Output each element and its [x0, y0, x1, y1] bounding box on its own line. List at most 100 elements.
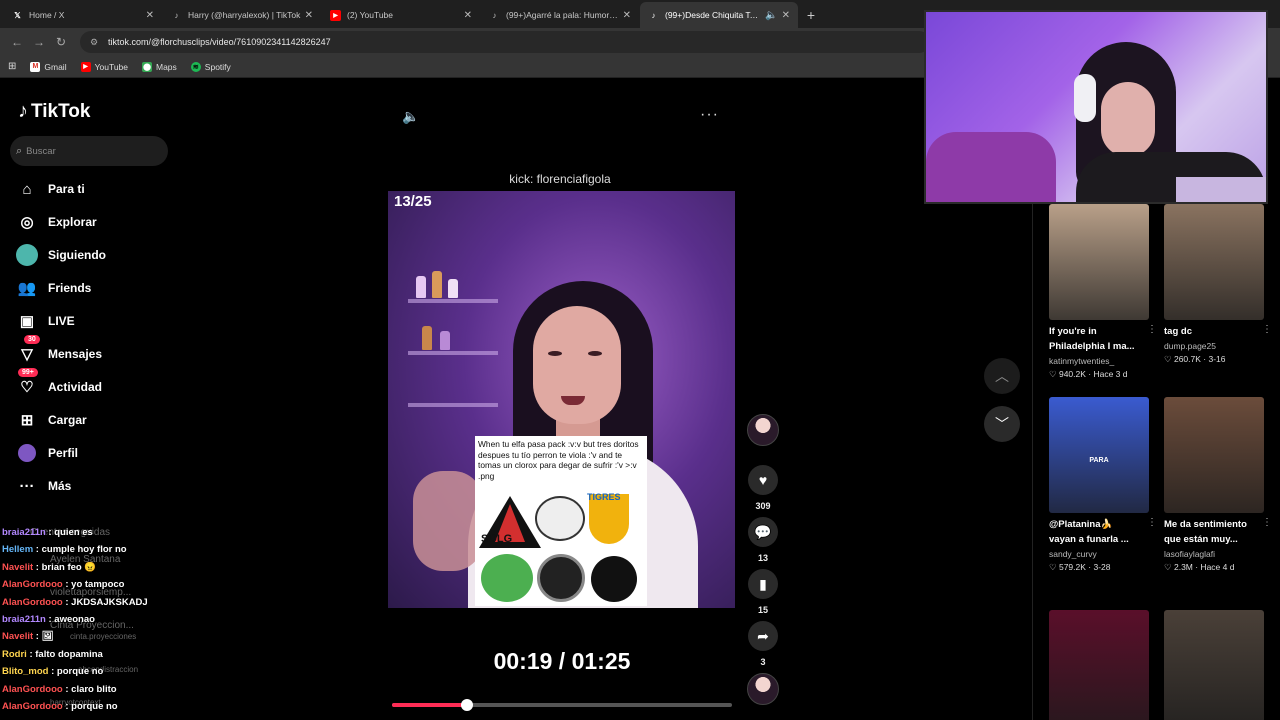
- tab-youtube[interactable]: ▶ (2) YouTube ✕: [322, 2, 480, 28]
- video-thumbnail[interactable]: [1049, 204, 1149, 320]
- compass-icon: ◎: [20, 214, 34, 231]
- sidebar-item-friends[interactable]: 👥 Friends: [16, 277, 92, 299]
- sidebar-item-explorar[interactable]: ◎ Explorar: [16, 211, 96, 233]
- next-video-button[interactable]: ﹀: [984, 406, 1020, 442]
- chat-separator: :: [62, 579, 72, 591]
- bookmark-maps[interactable]: ⬤ Maps: [142, 61, 177, 72]
- kebab-menu-icon[interactable]: ⋮: [1147, 517, 1157, 528]
- video-title: Me da sentimiento: [1164, 519, 1247, 530]
- chat-username: braia211n: [2, 527, 46, 538]
- chat-username: Blito_mod: [2, 666, 49, 678]
- bookmark-spotify[interactable]: ≋ Spotify: [190, 61, 231, 72]
- recommended-video[interactable]: Me da sentimiento que están muy... lasofia…: [1164, 397, 1272, 573]
- chat-username: Hellem: [2, 544, 34, 556]
- sidebar-item-cargar[interactable]: ⊞ Cargar: [16, 409, 87, 431]
- tab-tiktok-active[interactable]: ♪ (99+)Desde Chiquita Tan A 🔈 ✕: [640, 2, 798, 28]
- video-thumbnail[interactable]: PARA: [1049, 397, 1149, 513]
- x-logo-icon: 𝕏: [14, 10, 21, 20]
- new-tab-button[interactable]: +: [799, 2, 823, 28]
- chat-message: Navelit : brian feo 😠: [2, 559, 172, 576]
- kebab-menu-icon[interactable]: ⋮: [1262, 324, 1272, 335]
- video-thumbnail[interactable]: [1164, 397, 1264, 513]
- webcam-bed: [926, 132, 1056, 202]
- tiktok-logo[interactable]: ♪ TikTok: [18, 100, 90, 123]
- reload-icon[interactable]: ↻: [50, 31, 72, 53]
- chevron-down-icon: ﹀: [995, 416, 1009, 432]
- sound-avatar[interactable]: [747, 673, 779, 705]
- recommended-video[interactable]: PARA @Platanina🍌 vayan a funarla ... sandy_…: [1049, 397, 1157, 573]
- close-icon[interactable]: ✕: [464, 10, 472, 21]
- sidebar-item-para-ti[interactable]: ⌂ Para ti: [16, 178, 84, 200]
- like-button[interactable]: ♥ 309: [748, 465, 778, 511]
- meme-solg-label: SOLG: [481, 533, 513, 545]
- comment-icon: 💬: [748, 517, 778, 547]
- chat-message: AlanGordooo : JKDSAJKSKADJ: [2, 594, 172, 611]
- chat-username: braia211n: [2, 614, 46, 626]
- search-placeholder: Buscar: [26, 145, 56, 157]
- save-button[interactable]: ▮ 15: [748, 569, 778, 615]
- video-thumbnail[interactable]: [1164, 610, 1264, 720]
- recommended-video[interactable]: tag dc dump.page25 ♡ 260.7K · 3-16 ⋮: [1164, 204, 1272, 365]
- search-input[interactable]: ⌕ Buscar: [10, 136, 168, 166]
- kebab-menu-icon[interactable]: ⋮: [1147, 324, 1157, 335]
- tab-tiktok-pala[interactable]: ♪ (99+)Agarré la pala: Humor y D ✕: [481, 2, 639, 28]
- video-thumbnail[interactable]: [1164, 204, 1264, 320]
- share-button[interactable]: ➦ 3: [748, 621, 778, 667]
- comment-button[interactable]: 💬 13: [748, 517, 778, 563]
- sidebar-item-mas[interactable]: ··· Más: [16, 475, 72, 497]
- recommended-video[interactable]: If you're in Philadelphia I ma... katinmyt…: [1049, 204, 1157, 380]
- stream-chat: braia211n : quien es Hellem : cumple hoy …: [2, 524, 172, 715]
- video-thumbnail[interactable]: [1049, 610, 1149, 720]
- more-options-icon[interactable]: ···: [700, 106, 719, 124]
- chat-text: JKDSAJKSKADJ: [71, 596, 148, 608]
- sidebar-item-perfil[interactable]: Perfil: [16, 442, 78, 464]
- tiktok-icon: ♪: [651, 10, 656, 20]
- chat-text: cumple hoy flor no: [41, 544, 127, 556]
- video-player[interactable]: 13/25 When tu elfa pasa pack :v:v but tr…: [388, 191, 735, 608]
- back-icon[interactable]: ←: [6, 31, 28, 53]
- webcam-face: [1101, 82, 1155, 157]
- apps-icon[interactable]: ⊞: [8, 61, 16, 72]
- chat-text: porque no: [56, 666, 104, 678]
- tab-tiktok-harry[interactable]: ♪ Harry (@harryalexok) | TikTok ✕: [163, 2, 321, 28]
- bookmark-youtube[interactable]: ▶ YouTube: [80, 61, 128, 72]
- chat-username: AlanGordooo: [2, 596, 63, 608]
- volume-icon[interactable]: 🔈: [402, 108, 419, 125]
- progress-handle[interactable]: [460, 699, 473, 711]
- video-author[interactable]: sandy_curvy: [1049, 549, 1149, 559]
- close-icon[interactable]: ✕: [623, 10, 631, 21]
- sidebar-item-mensajes[interactable]: ▽ 30 Mensajes: [16, 335, 102, 365]
- video-author[interactable]: lasofiaylaglafi: [1164, 549, 1264, 559]
- video-author[interactable]: katinmytwenties_: [1049, 356, 1149, 366]
- tab-x-home[interactable]: 𝕏 Home / X ✕: [4, 2, 162, 28]
- chat-message: braia211n : quien es: [2, 524, 172, 541]
- chat-text: brian feo 😠: [41, 561, 97, 573]
- forward-icon[interactable]: →: [28, 31, 50, 53]
- chat-separator: :: [62, 701, 72, 713]
- sidebar-item-siguiendo[interactable]: Siguiendo: [16, 244, 106, 266]
- profile-icon: [16, 442, 38, 464]
- chat-message: Hellem : cumple hoy flor no: [2, 541, 172, 558]
- sidebar-item-live[interactable]: ▣ LIVE: [16, 310, 75, 332]
- chat-separator: :: [48, 666, 57, 678]
- video-timecode: 00:19 / 01:25: [493, 648, 631, 674]
- recommended-video[interactable]: [1049, 610, 1149, 720]
- mute-tab-icon[interactable]: 🔈: [765, 10, 777, 21]
- close-icon[interactable]: ✕: [782, 10, 790, 21]
- friends-icon: 👥: [17, 280, 37, 297]
- video-progress-bar[interactable]: [392, 699, 732, 711]
- sidebar-item-actividad[interactable]: ♡ 99+ Actividad: [16, 368, 102, 398]
- kebab-menu-icon[interactable]: ⋮: [1262, 517, 1272, 528]
- close-icon[interactable]: ✕: [305, 10, 313, 21]
- bookmark-gmail[interactable]: M Gmail: [30, 61, 67, 72]
- creator-avatar[interactable]: [747, 414, 779, 446]
- previous-video-button[interactable]: ︿: [984, 358, 1020, 394]
- address-bar[interactable]: ⚙ tiktok.com/@florchusclips/video/761090…: [80, 31, 930, 53]
- chevron-up-icon: ︿: [995, 368, 1009, 384]
- video-author[interactable]: dump.page25: [1164, 341, 1264, 351]
- site-info-icon[interactable]: ⚙: [90, 37, 100, 47]
- recommended-video[interactable]: [1164, 610, 1264, 720]
- meme-face: [535, 496, 585, 541]
- chat-message: AlanGordooo : yo tampoco: [2, 576, 172, 593]
- close-icon[interactable]: ✕: [146, 10, 154, 21]
